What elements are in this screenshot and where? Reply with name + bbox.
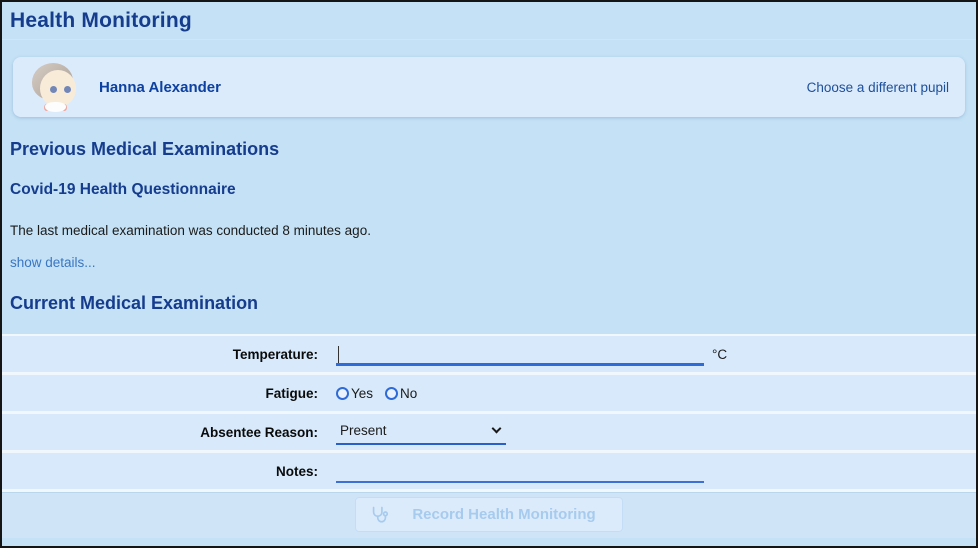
stethoscope-icon: [373, 506, 389, 523]
absentee-reason-label: Absentee Reason:: [200, 424, 318, 440]
last-exam-summary: The last medical examination was conduct…: [10, 223, 371, 238]
temperature-input[interactable]: [336, 343, 704, 366]
page-title: Health Monitoring: [10, 9, 192, 32]
temperature-unit: °C: [712, 346, 728, 362]
text-cursor: [338, 345, 339, 363]
pupil-card: Hanna Alexander Choose a different pupil: [13, 57, 965, 117]
form-footer: Record Health Monitoring: [2, 492, 976, 538]
avatar-body: [45, 102, 66, 112]
fatigue-no-label: No: [400, 385, 418, 401]
absentee-reason-row: Absentee Reason: Present: [2, 414, 976, 453]
record-button-label: Record Health Monitoring: [412, 506, 596, 523]
absentee-reason-select[interactable]: Present: [336, 419, 506, 445]
questionnaire-title: Covid-19 Health Questionnaire: [10, 181, 236, 198]
avatar-eye: [50, 86, 57, 93]
fatigue-no-radio[interactable]: No: [385, 386, 417, 401]
current-exam-heading: Current Medical Examination: [10, 293, 259, 313]
radio-icon: [385, 386, 399, 400]
page-header: Health Monitoring: [2, 2, 976, 40]
avatar-eye: [64, 86, 71, 93]
notes-input[interactable]: [336, 460, 704, 483]
record-health-monitoring-button[interactable]: Record Health Monitoring: [355, 497, 623, 532]
temperature-label: Temperature:: [232, 346, 318, 362]
radio-icon: [336, 386, 349, 400]
pupil-avatar: [31, 63, 79, 112]
fatigue-label: Fatigue:: [265, 385, 319, 401]
notes-label: Notes:: [275, 463, 318, 479]
fatigue-yes-radio[interactable]: Yes: [336, 386, 373, 401]
notes-row: Notes:: [2, 453, 976, 492]
fatigue-row: Fatigue: Yes No: [2, 375, 976, 414]
choose-different-pupil-link[interactable]: Choose a different pupil: [807, 80, 949, 95]
show-details-link[interactable]: show details...: [10, 255, 96, 270]
temperature-row: Temperature: °C: [2, 336, 976, 375]
pupil-name: Hanna Alexander: [99, 78, 221, 96]
previous-exams-heading: Previous Medical Examinations: [10, 139, 280, 159]
absentee-reason-value: Present: [340, 422, 387, 438]
exam-form: Temperature: °C Fatigue: Yes No Absentee…: [2, 334, 976, 538]
fatigue-yes-label: Yes: [351, 385, 374, 401]
health-monitoring-page: Health Monitoring Hanna Alexander Choose…: [0, 0, 978, 548]
chevron-down-icon: [491, 423, 502, 434]
